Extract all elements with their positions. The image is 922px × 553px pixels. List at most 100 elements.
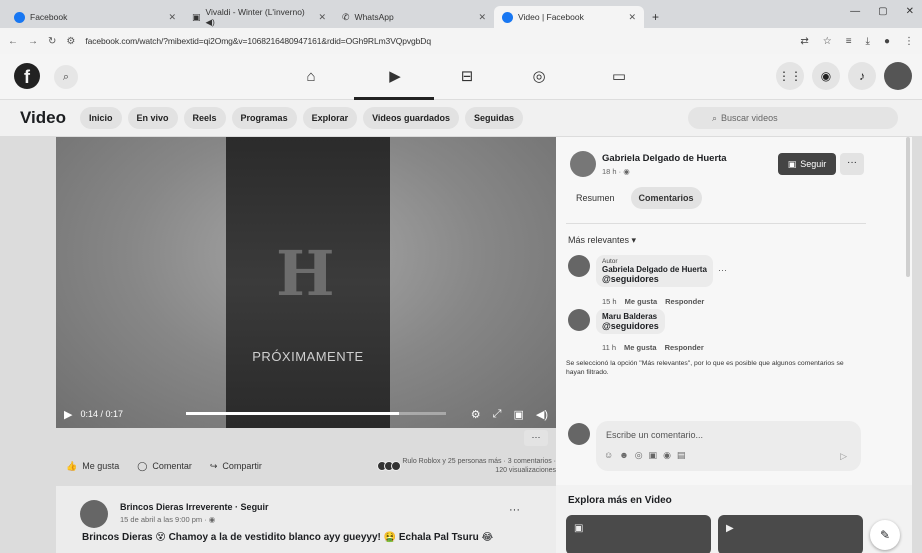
search-icon[interactable]: ⌕	[54, 65, 78, 89]
sticker-icon[interactable]: ◉	[663, 450, 671, 461]
reaction-icons	[377, 461, 402, 471]
comment-icon: ◯	[137, 460, 148, 471]
search-placeholder: Buscar videos	[721, 113, 778, 123]
subnav-programas[interactable]: Programas	[231, 107, 297, 129]
subnav-explorar[interactable]: Explorar	[302, 107, 358, 129]
comment-reply-link[interactable]: Responder	[665, 297, 704, 306]
comment-label: Comentar	[152, 461, 192, 471]
comment-author[interactable]: Gabriela Delgado de Huerta	[602, 265, 707, 274]
browser-tab-active[interactable]: Video | Facebook ✕	[494, 6, 644, 28]
menu-grid-icon[interactable]: ⋮⋮	[776, 62, 804, 90]
video-player[interactable]: H PRÓXIMAMENTE ▶ 0:14 / 0:17 ⚙ ⤢ ▣ ◀)	[56, 137, 556, 428]
marketplace-icon[interactable]: ⊟	[456, 66, 478, 88]
close-tab-icon[interactable]: ✕	[628, 12, 636, 23]
comment-sort-dropdown[interactable]: Más relevantes ▾	[568, 235, 636, 246]
back-icon[interactable]: ←	[8, 36, 18, 47]
comment-author[interactable]: Maru Balderas	[602, 312, 659, 321]
video-subnav: Video Inicio En vivo Reels Programas Exp…	[0, 100, 922, 136]
close-tab-icon[interactable]: ✕	[478, 12, 486, 23]
minimize-icon[interactable]: —	[850, 6, 860, 17]
subnav-videos-guardados[interactable]: Videos guardados	[363, 107, 459, 129]
share-button[interactable]: ↪ Compartir	[210, 461, 262, 472]
expand-icon[interactable]: ⤢	[493, 408, 502, 421]
maximize-icon[interactable]: ▢	[878, 6, 887, 17]
camera-icon[interactable]: ◎	[635, 450, 643, 461]
comment-meta: 15 h Me gusta Responder	[602, 297, 704, 306]
subnav-en-vivo[interactable]: En vivo	[127, 107, 178, 129]
comment-like-link[interactable]: Me gusta	[625, 297, 658, 306]
subnav-reels[interactable]: Reels	[183, 107, 226, 129]
video-icon: ▣	[574, 523, 584, 534]
comment-reply-link[interactable]: Responder	[665, 343, 704, 352]
reaction-summary[interactable]: Rulo Roblox y 25 personas más · 3 coment…	[377, 457, 556, 475]
notifications-bell-icon[interactable]: ♪	[848, 62, 876, 90]
browser-tab[interactable]: ▣ Vivaldi - Winter (L'inverno) ◀) ✕	[184, 6, 334, 28]
play-icon[interactable]: ▶	[64, 408, 72, 421]
close-window-icon[interactable]: ✕	[906, 6, 914, 17]
home-icon[interactable]: ⌂	[300, 66, 322, 88]
miniplayer-icon[interactable]: ▣	[513, 408, 523, 421]
video-search-input[interactable]: ⌕ Buscar videos	[688, 107, 898, 129]
avatar[interactable]	[568, 255, 590, 277]
avatar-sticker-icon[interactable]: ☺	[604, 450, 613, 461]
gaming-icon[interactable]: ▭	[608, 66, 630, 88]
post-more-button[interactable]: ···	[509, 504, 520, 516]
close-tab-icon[interactable]: ✕	[318, 12, 326, 23]
facebook-favicon-icon	[502, 11, 513, 23]
comment-button[interactable]: ◯ Comentar	[137, 461, 192, 472]
post-more-button[interactable]: ···	[524, 430, 548, 446]
scrollbar[interactable]	[906, 137, 910, 277]
site-settings-icon[interactable]: ⚙	[66, 36, 75, 47]
post-actions: 👍 Me gusta ◯ Comentar ↪ Compartir Rulo R…	[66, 452, 556, 480]
avatar[interactable]	[80, 500, 108, 528]
like-button[interactable]: 👍 Me gusta	[66, 461, 119, 472]
follow-button[interactable]: ▣ Seguir	[778, 153, 836, 175]
compose-icon: ✎	[879, 528, 891, 542]
facebook-logo[interactable]: f	[14, 63, 40, 89]
subnav-seguidas[interactable]: Seguidas	[464, 107, 523, 129]
browser-menu-icon[interactable]: ⋮	[904, 36, 914, 47]
avatar[interactable]	[570, 151, 596, 177]
explore-card-video[interactable]: ▣	[566, 515, 711, 553]
new-tab-button[interactable]: +	[644, 6, 667, 28]
comment-like-link[interactable]: Me gusta	[624, 343, 657, 352]
emoji-icon[interactable]: ☻	[619, 450, 628, 461]
translate-icon[interactable]: ⇄	[800, 36, 808, 47]
browser-tab[interactable]: ✆ WhatsApp ✕	[334, 6, 494, 28]
subnav-inicio[interactable]: Inicio	[79, 107, 122, 129]
comment-more-icon[interactable]: ···	[718, 265, 727, 275]
photo-icon[interactable]: ▤	[677, 450, 686, 461]
reload-icon[interactable]: ↻	[48, 36, 56, 47]
comment-item: Autor Gabriela Delgado de Huerta @seguid…	[568, 255, 858, 311]
video-nav-icon[interactable]: ▶	[384, 66, 406, 88]
url-field[interactable]: facebook.com/watch/?mibextid=qi2Omg&v=10…	[85, 36, 790, 46]
tab-resumen[interactable]: Resumen	[568, 187, 623, 209]
author-name[interactable]: Gabriela Delgado de Huerta	[602, 153, 727, 164]
volume-icon[interactable]: ◀)	[536, 408, 548, 421]
avatar[interactable]	[568, 309, 590, 331]
explore-card-live[interactable]: ▶	[718, 515, 863, 553]
more-options-button[interactable]: ···	[840, 153, 864, 175]
messenger-icon[interactable]: ◉	[812, 62, 840, 90]
comment-input[interactable]: Escribe un comentario... ☺ ☻ ◎ ▣ ◉ ▤ ▷	[596, 421, 861, 471]
composer-tools: ☺ ☻ ◎ ▣ ◉ ▤	[604, 450, 685, 461]
thumbs-up-icon: 👍	[66, 460, 78, 471]
download-icon[interactable]: ⤓	[866, 36, 870, 47]
close-tab-icon[interactable]: ✕	[168, 12, 176, 23]
post-author[interactable]: Brincos Dieras Irreverente · Seguir	[120, 502, 269, 512]
forward-icon[interactable]: →	[28, 36, 38, 47]
tab-comentarios[interactable]: Comentarios	[630, 187, 702, 209]
tab-title: Facebook	[30, 12, 68, 22]
avatar[interactable]	[884, 62, 912, 90]
next-video-post: Brincos Dieras Irreverente · Seguir 15 d…	[56, 486, 556, 553]
groups-icon[interactable]: ◎	[528, 66, 550, 88]
browser-tab[interactable]: Facebook ✕	[6, 6, 184, 28]
playlist-icon[interactable]: ≡	[846, 36, 852, 47]
send-icon[interactable]: ▷	[840, 451, 847, 462]
settings-gear-icon[interactable]: ⚙	[471, 408, 481, 421]
new-message-button[interactable]: ✎	[870, 520, 900, 550]
gif-icon[interactable]: ▣	[649, 450, 658, 461]
video-controls: ▶ 0:14 / 0:17 ⚙ ⤢ ▣ ◀)	[56, 400, 556, 428]
profile-icon[interactable]: ●	[884, 36, 890, 47]
bookmark-star-icon[interactable]: ☆	[823, 36, 832, 47]
